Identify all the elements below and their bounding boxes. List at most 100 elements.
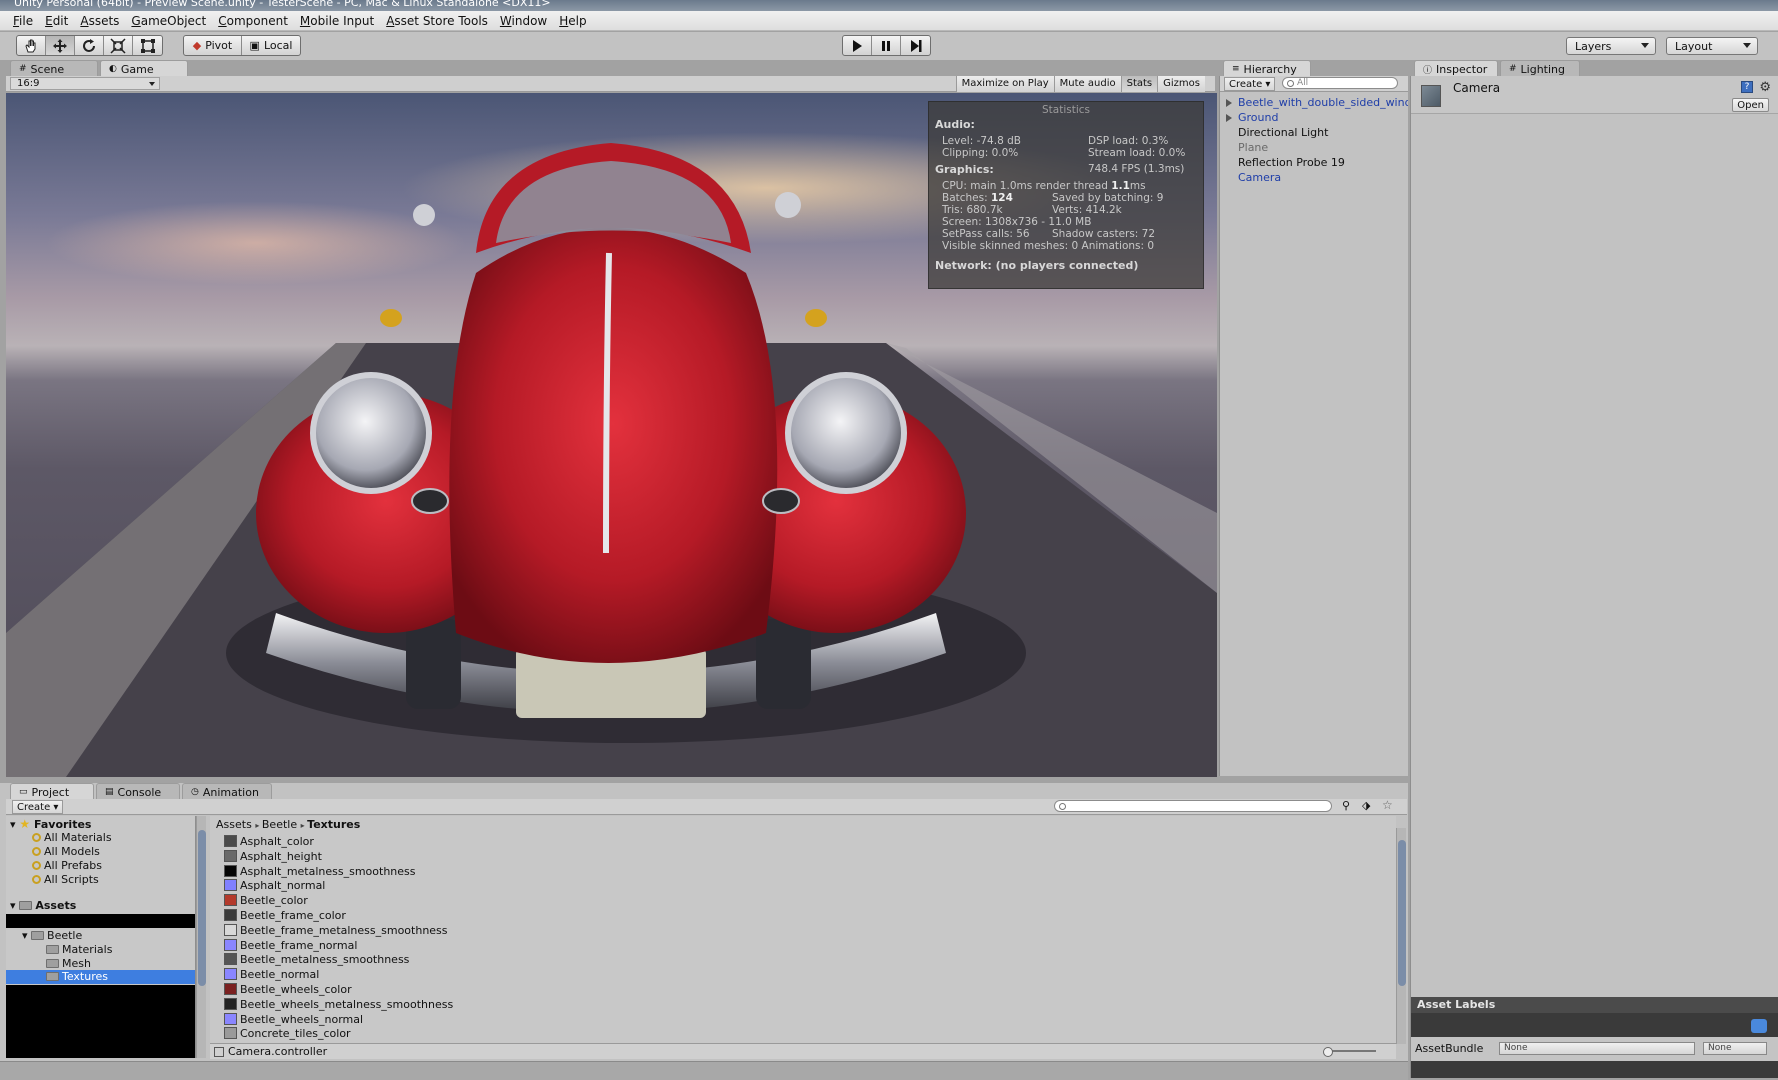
- file-item[interactable]: Beetle_metalness_smoothness: [224, 953, 409, 966]
- hierarchy-item-directional-light[interactable]: Directional Light: [1238, 126, 1328, 139]
- rotate-tool-icon[interactable]: [75, 36, 104, 55]
- gizmos-button[interactable]: Gizmos: [1157, 76, 1205, 92]
- step-icon[interactable]: [901, 36, 930, 55]
- menu-gameobject[interactable]: GameObject: [125, 14, 212, 28]
- icon-size-slider[interactable]: [1323, 1047, 1376, 1057]
- file-item[interactable]: Beetle_frame_normal: [224, 938, 357, 952]
- star-icon: ★: [19, 817, 31, 831]
- layers-dropdown[interactable]: Layers: [1566, 37, 1656, 55]
- hierarchy-item-camera[interactable]: Camera: [1238, 171, 1281, 184]
- tree-folder-materials[interactable]: Materials: [46, 943, 112, 956]
- tab-project[interactable]: ▭ Project: [10, 783, 94, 799]
- file-name: Beetle_color: [240, 894, 308, 908]
- menu-help[interactable]: Help: [553, 14, 592, 28]
- tab-hierarchy[interactable]: ≡ Hierarchy: [1223, 60, 1311, 76]
- favorite-all-scripts[interactable]: All Scripts: [32, 873, 99, 886]
- tag-icon[interactable]: [1751, 1019, 1767, 1033]
- breadcrumb-assets[interactable]: Assets: [216, 818, 252, 831]
- file-name: Asphalt_metalness_smoothness: [240, 864, 416, 878]
- collapse-arrow-icon[interactable]: ▾: [10, 899, 16, 912]
- tree-folder-beetle[interactable]: ▾ Beetle: [22, 929, 82, 942]
- maximize-on-play-button[interactable]: Maximize on Play: [955, 76, 1054, 92]
- tab-scene[interactable]: # Scene: [10, 60, 98, 76]
- tree-folder-mesh[interactable]: Mesh: [46, 957, 91, 970]
- move-tool-icon[interactable]: [46, 36, 75, 55]
- star-icon[interactable]: ☆: [1382, 798, 1393, 812]
- pivot-toggle[interactable]: ◆ Pivot: [184, 36, 242, 55]
- hierarchy-item-ground[interactable]: Ground: [1226, 111, 1278, 124]
- tab-lighting[interactable]: # Lighting: [1500, 60, 1580, 76]
- texture-thumbnail-icon: [224, 997, 237, 1010]
- file-item[interactable]: Beetle_frame_color: [224, 909, 346, 922]
- mute-audio-button[interactable]: Mute audio: [1053, 76, 1121, 92]
- tree-folder-textures[interactable]: Textures: [6, 970, 195, 984]
- file-item[interactable]: Beetle_wheels_color: [224, 983, 352, 996]
- favorite-all-materials[interactable]: All Materials: [32, 831, 112, 844]
- collapse-arrow-icon[interactable]: ▾: [10, 818, 16, 831]
- rect-tool-icon[interactable]: [133, 36, 162, 55]
- stats-verts: Verts: 414.2k: [1052, 204, 1122, 216]
- gear-icon[interactable]: ⚙: [1759, 80, 1771, 95]
- tab-game[interactable]: ◐ Game: [100, 60, 188, 76]
- expand-arrow-icon[interactable]: [1226, 114, 1232, 122]
- menu-mobile-input[interactable]: Mobile Input: [294, 14, 380, 28]
- hierarchy-create-button[interactable]: Create ▾: [1224, 77, 1276, 91]
- file-item[interactable]: Concrete_tiles_color: [224, 1027, 351, 1040]
- layout-dropdown[interactable]: Layout: [1666, 37, 1758, 55]
- file-name: Beetle_wheels_metalness_smoothness: [240, 997, 454, 1011]
- menu-asset-store-tools[interactable]: Asset Store Tools: [380, 14, 494, 28]
- collapse-arrow-icon[interactable]: ▾: [22, 929, 28, 942]
- filter-type-icon[interactable]: ⚲: [1342, 799, 1350, 812]
- stats-button[interactable]: Stats: [1120, 76, 1158, 92]
- files-scrollbar-thumb[interactable]: [1398, 840, 1406, 986]
- help-icon[interactable]: ?: [1741, 81, 1753, 93]
- tree-black-row: [6, 914, 195, 928]
- tree-scrollbar-thumb[interactable]: [198, 830, 206, 986]
- hierarchy-search-input[interactable]: All: [1282, 77, 1398, 89]
- breadcrumb-beetle[interactable]: Beetle: [262, 818, 297, 831]
- aspect-dropdown[interactable]: 16:9: [10, 77, 160, 90]
- tab-console[interactable]: ▤ Console: [96, 783, 180, 799]
- favorite-all-prefabs[interactable]: All Prefabs: [32, 859, 102, 872]
- file-item[interactable]: Asphalt_metalness_smoothness: [224, 864, 416, 878]
- file-item[interactable]: Beetle_frame_metalness_smoothness: [224, 923, 448, 937]
- pause-icon[interactable]: [872, 36, 901, 55]
- asset-bundle-dropdown[interactable]: None: [1499, 1042, 1695, 1055]
- asset-variant-dropdown[interactable]: None: [1703, 1042, 1767, 1055]
- file-item[interactable]: Beetle_wheels_metalness_smoothness: [224, 997, 454, 1011]
- menu-file[interactable]: File: [7, 14, 39, 28]
- hierarchy-item-beetle[interactable]: Beetle_with_double_sided_windo: [1226, 96, 1408, 109]
- transform-tools: [16, 35, 163, 56]
- assets-header[interactable]: ▾ Assets: [10, 899, 76, 912]
- file-item[interactable]: Asphalt_normal: [224, 879, 325, 892]
- filter-label-icon[interactable]: ⬗: [1362, 799, 1370, 812]
- open-button[interactable]: Open: [1732, 98, 1769, 112]
- hierarchy-panel: Create ▾ All Beetle_with_double_sided_wi…: [1219, 76, 1408, 776]
- menu-window[interactable]: Window: [494, 14, 553, 28]
- file-item[interactable]: Asphalt_height: [224, 849, 322, 863]
- project-search-input[interactable]: [1054, 800, 1332, 812]
- file-item[interactable]: Beetle_wheels_normal: [224, 1012, 363, 1026]
- file-item[interactable]: Asphalt_color: [224, 835, 314, 848]
- menu-edit[interactable]: Edit: [39, 14, 74, 28]
- files-scrollbar[interactable]: [1396, 828, 1406, 1044]
- file-item[interactable]: Beetle_color: [224, 894, 308, 907]
- tab-inspector[interactable]: ⓘ Inspector: [1414, 60, 1498, 76]
- menu-assets[interactable]: Assets: [74, 14, 125, 28]
- project-create-button[interactable]: Create ▾: [12, 800, 64, 814]
- tree-scrollbar[interactable]: [196, 816, 206, 1058]
- expand-arrow-icon[interactable]: [1226, 99, 1232, 107]
- play-icon[interactable]: [843, 36, 872, 55]
- tree-folder-label: Beetle: [47, 929, 83, 942]
- breadcrumb-textures[interactable]: Textures: [307, 818, 360, 831]
- hand-tool-icon[interactable]: [17, 36, 46, 55]
- hierarchy-item-reflection-probe[interactable]: Reflection Probe 19: [1238, 156, 1345, 169]
- local-toggle[interactable]: ▣ Local: [242, 36, 300, 55]
- favorites-header[interactable]: ▾ ★ Favorites: [10, 817, 91, 831]
- hierarchy-item-plane[interactable]: Plane: [1238, 141, 1268, 154]
- tab-animation[interactable]: ◷ Animation: [182, 783, 272, 799]
- menu-component[interactable]: Component: [212, 14, 294, 28]
- file-item[interactable]: Beetle_normal: [224, 968, 319, 981]
- favorite-all-models[interactable]: All Models: [32, 845, 100, 858]
- scale-tool-icon[interactable]: [104, 36, 133, 55]
